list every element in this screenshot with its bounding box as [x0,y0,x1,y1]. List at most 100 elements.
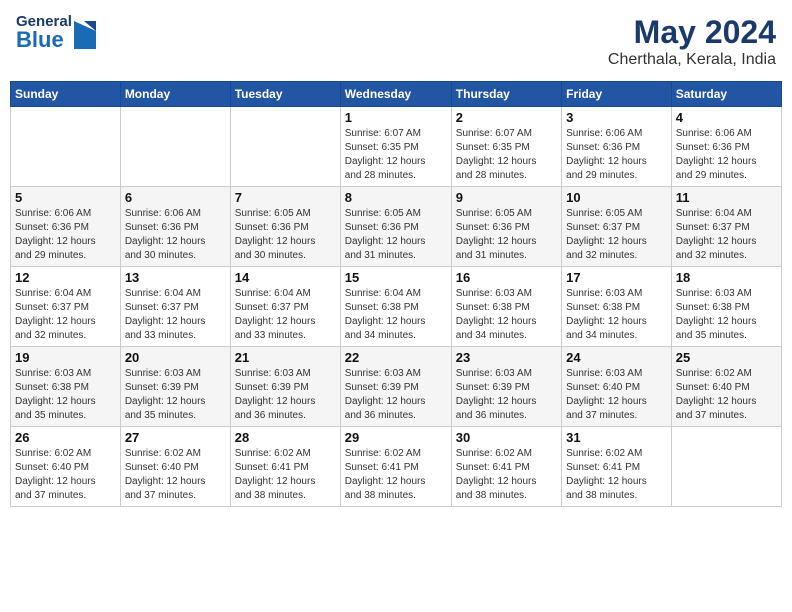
calendar-cell: 26 Sunrise: 6:02 AM Sunset: 6:40 PM Dayli… [11,427,121,507]
day-number: 5 [15,190,116,205]
day-info: Sunrise: 6:02 AM Sunset: 6:40 PM Dayligh… [15,447,116,503]
calendar-header-row: Sunday Monday Tuesday Wednesday Thursday… [11,82,782,107]
header-wednesday: Wednesday [340,82,451,107]
header-tuesday: Tuesday [230,82,340,107]
day-number: 12 [15,270,116,285]
calendar-cell: 16 Sunrise: 6:03 AM Sunset: 6:38 PM Dayli… [451,267,561,347]
calendar-cell: 14Sunrise: 6:04 AM Sunset: 6:37 PM Dayli… [230,267,340,347]
day-number: 27 [125,430,226,445]
day-info: Sunrise: 6:06 AM Sunset: 6:36 PM Dayligh… [676,127,777,183]
week-row-5: 26 Sunrise: 6:02 AM Sunset: 6:40 PM Dayli… [11,427,782,507]
calendar-cell: 28Sunrise: 6:02 AM Sunset: 6:41 PM Dayli… [230,427,340,507]
day-info: Sunrise: 6:05 AM Sunset: 6:36 PM Dayligh… [235,207,336,263]
calendar-cell: 15Sunrise: 6:04 AM Sunset: 6:38 PM Dayli… [340,267,451,347]
day-number: 26 [15,430,116,445]
day-number: 4 [676,110,777,125]
logo-icon [74,21,96,49]
day-number: 19 [15,350,116,365]
calendar-cell: 13 Sunrise: 6:04 AM Sunset: 6:37 PM Dayli… [120,267,230,347]
title-section: May 2024 Cherthala, Kerala, India [608,14,776,69]
day-number: 6 [125,190,226,205]
calendar-cell [120,107,230,187]
header-saturday: Saturday [671,82,781,107]
day-info: Sunrise: 6:03 AM Sunset: 6:38 PM Dayligh… [676,287,777,343]
header: General Blue May 2024 Cherthala, Kerala,… [10,10,782,73]
calendar-cell [671,427,781,507]
day-info: Sunrise: 6:04 AM Sunset: 6:37 PM Dayligh… [15,287,116,343]
calendar-title: May 2024 [608,14,776,51]
day-info: Sunrise: 6:02 AM Sunset: 6:41 PM Dayligh… [456,447,557,503]
day-number: 11 [676,190,777,205]
day-number: 15 [345,270,447,285]
day-number: 24 [566,350,667,365]
day-info: Sunrise: 6:05 AM Sunset: 6:36 PM Dayligh… [456,207,557,263]
calendar-cell: 4 Sunrise: 6:06 AM Sunset: 6:36 PM Daylig… [671,107,781,187]
calendar-cell: 17 Sunrise: 6:03 AM Sunset: 6:38 PM Dayli… [562,267,672,347]
day-number: 8 [345,190,447,205]
day-number: 13 [125,270,226,285]
week-row-4: 19 Sunrise: 6:03 AM Sunset: 6:38 PM Dayli… [11,347,782,427]
day-info: Sunrise: 6:02 AM Sunset: 6:40 PM Dayligh… [676,367,777,423]
day-number: 2 [456,110,557,125]
calendar-table: Sunday Monday Tuesday Wednesday Thursday… [10,81,782,507]
calendar-cell: 25 Sunrise: 6:02 AM Sunset: 6:40 PM Dayli… [671,347,781,427]
day-info: Sunrise: 6:03 AM Sunset: 6:39 PM Dayligh… [456,367,557,423]
day-number: 18 [676,270,777,285]
calendar-cell: 29Sunrise: 6:02 AM Sunset: 6:41 PM Dayli… [340,427,451,507]
day-info: Sunrise: 6:05 AM Sunset: 6:37 PM Dayligh… [566,207,667,263]
calendar-cell: 9 Sunrise: 6:05 AM Sunset: 6:36 PM Daylig… [451,187,561,267]
day-info: Sunrise: 6:02 AM Sunset: 6:40 PM Dayligh… [125,447,226,503]
day-info: Sunrise: 6:02 AM Sunset: 6:41 PM Dayligh… [345,447,447,503]
day-info: Sunrise: 6:07 AM Sunset: 6:35 PM Dayligh… [456,127,557,183]
day-info: Sunrise: 6:04 AM Sunset: 6:37 PM Dayligh… [125,287,226,343]
day-info: Sunrise: 6:04 AM Sunset: 6:37 PM Dayligh… [676,207,777,263]
day-number: 3 [566,110,667,125]
day-number: 14 [235,270,336,285]
calendar-cell: 2 Sunrise: 6:07 AM Sunset: 6:35 PM Daylig… [451,107,561,187]
week-row-2: 5 Sunrise: 6:06 AM Sunset: 6:36 PM Daylig… [11,187,782,267]
day-number: 22 [345,350,447,365]
day-info: Sunrise: 6:07 AM Sunset: 6:35 PM Dayligh… [345,127,447,183]
week-row-3: 12 Sunrise: 6:04 AM Sunset: 6:37 PM Dayli… [11,267,782,347]
day-info: Sunrise: 6:03 AM Sunset: 6:38 PM Dayligh… [15,367,116,423]
day-number: 9 [456,190,557,205]
day-number: 20 [125,350,226,365]
calendar-cell: 3 Sunrise: 6:06 AM Sunset: 6:36 PM Daylig… [562,107,672,187]
calendar-cell: 7 Sunrise: 6:05 AM Sunset: 6:36 PM Daylig… [230,187,340,267]
calendar-cell: 8 Sunrise: 6:05 AM Sunset: 6:36 PM Daylig… [340,187,451,267]
day-number: 7 [235,190,336,205]
calendar-cell: 23 Sunrise: 6:03 AM Sunset: 6:39 PM Dayli… [451,347,561,427]
calendar-cell: 10 Sunrise: 6:05 AM Sunset: 6:37 PM Dayli… [562,187,672,267]
calendar-cell: 6Sunrise: 6:06 AM Sunset: 6:36 PM Daylig… [120,187,230,267]
day-info: Sunrise: 6:03 AM Sunset: 6:38 PM Dayligh… [566,287,667,343]
day-number: 23 [456,350,557,365]
calendar-cell: 27 Sunrise: 6:02 AM Sunset: 6:40 PM Dayli… [120,427,230,507]
header-monday: Monday [120,82,230,107]
calendar-subtitle: Cherthala, Kerala, India [608,51,776,69]
day-info: Sunrise: 6:06 AM Sunset: 6:36 PM Dayligh… [566,127,667,183]
day-number: 30 [456,430,557,445]
calendar-cell [11,107,121,187]
calendar-cell: 1Sunrise: 6:07 AM Sunset: 6:35 PM Daylig… [340,107,451,187]
day-info: Sunrise: 6:03 AM Sunset: 6:39 PM Dayligh… [235,367,336,423]
day-info: Sunrise: 6:03 AM Sunset: 6:40 PM Dayligh… [566,367,667,423]
calendar-cell: 21Sunrise: 6:03 AM Sunset: 6:39 PM Dayli… [230,347,340,427]
header-thursday: Thursday [451,82,561,107]
calendar-cell: 11 Sunrise: 6:04 AM Sunset: 6:37 PM Dayli… [671,187,781,267]
day-number: 17 [566,270,667,285]
calendar-cell: 5 Sunrise: 6:06 AM Sunset: 6:36 PM Daylig… [11,187,121,267]
calendar-cell: 20Sunrise: 6:03 AM Sunset: 6:39 PM Dayli… [120,347,230,427]
week-row-1: 1Sunrise: 6:07 AM Sunset: 6:35 PM Daylig… [11,107,782,187]
day-number: 25 [676,350,777,365]
day-info: Sunrise: 6:03 AM Sunset: 6:39 PM Dayligh… [345,367,447,423]
day-info: Sunrise: 6:03 AM Sunset: 6:38 PM Dayligh… [456,287,557,343]
day-number: 16 [456,270,557,285]
day-info: Sunrise: 6:05 AM Sunset: 6:36 PM Dayligh… [345,207,447,263]
header-sunday: Sunday [11,82,121,107]
day-info: Sunrise: 6:02 AM Sunset: 6:41 PM Dayligh… [235,447,336,503]
day-number: 31 [566,430,667,445]
day-info: Sunrise: 6:06 AM Sunset: 6:36 PM Dayligh… [15,207,116,263]
header-friday: Friday [562,82,672,107]
calendar-cell: 31Sunrise: 6:02 AM Sunset: 6:41 PM Dayli… [562,427,672,507]
day-number: 10 [566,190,667,205]
